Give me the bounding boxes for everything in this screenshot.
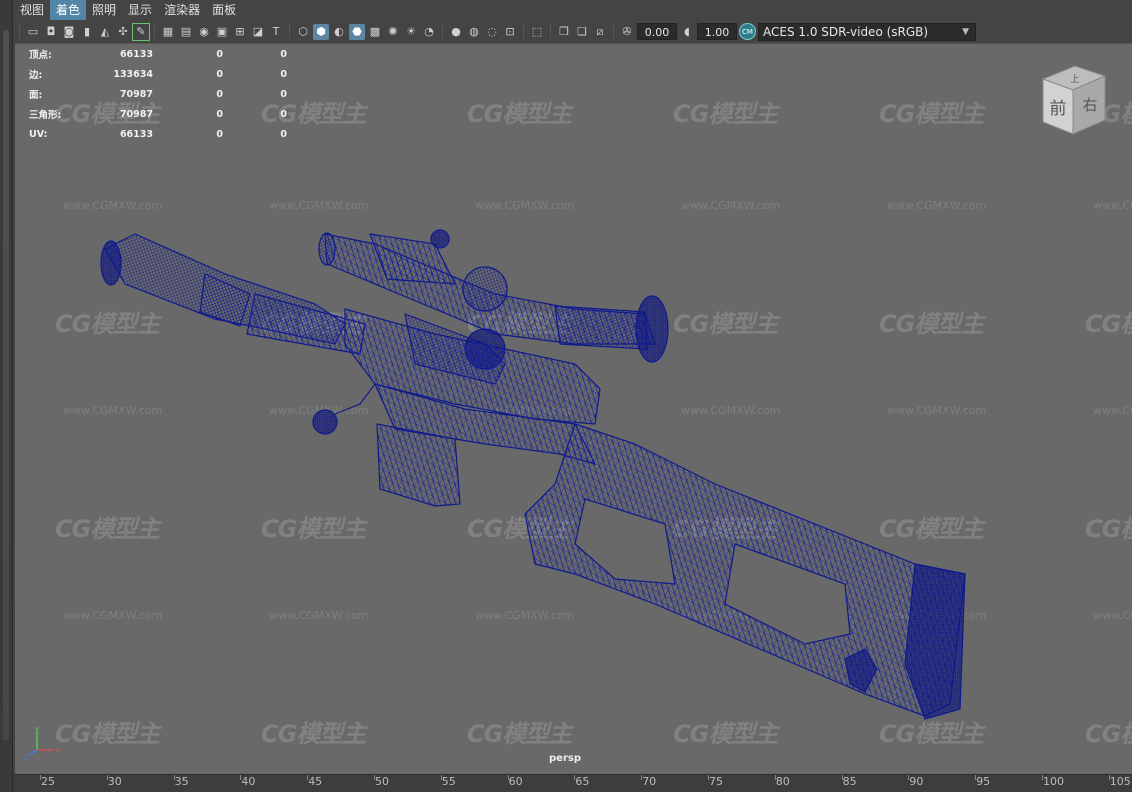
exposure-field[interactable]: 0.00 <box>637 23 677 40</box>
ruler-tick-label: 90 <box>908 775 924 788</box>
toolbar-separator <box>289 24 290 39</box>
axis-gizmo: y x z <box>24 724 61 762</box>
time-slider-ruler[interactable]: 25 30 35 40 45 50 55 60 65 70 75 80 85 90 95 100 105 <box>13 774 1132 792</box>
toolbar-separator <box>19 24 20 39</box>
toolbar-separator <box>550 24 551 39</box>
pencil-icon[interactable]: ✎ <box>132 22 150 41</box>
viewport-toolbar: ▭ ◘ ◙ ▮ ◭ ✣ ✎ ▦ ▤ ◉ ▣ ⊞ ◪ T ⬡ ⬢ ◐ ⬣ ▩ ✺ … <box>14 20 1132 43</box>
axis-y-label: y <box>35 724 40 733</box>
safe-action-icon[interactable]: ◪ <box>250 24 266 40</box>
viewcube-top-label: 上 <box>1070 74 1079 85</box>
menu-view[interactable]: 视图 <box>14 0 50 20</box>
colorspace-value: ACES 1.0 SDR-video (sRGB) <box>763 24 929 39</box>
bookmark-icon[interactable]: ▮ <box>79 24 95 40</box>
camera-icon[interactable]: ▭ <box>25 24 41 40</box>
toolbar-separator <box>523 24 524 39</box>
toolbar-separator <box>154 24 155 39</box>
wireframe-on-shaded-icon[interactable]: ⬣ <box>349 23 365 40</box>
image-plane-icon[interactable]: ◭ <box>97 24 113 40</box>
menu-panels[interactable]: 面板 <box>206 0 242 20</box>
viewport-menubar: 视图 着色 照明 显示 渲染器 面板 <box>14 0 1132 20</box>
color-management-icon[interactable]: CM <box>739 23 756 40</box>
smooth-shade-icon[interactable]: ⬢ <box>313 23 329 40</box>
use-lights-icon[interactable]: ☀ <box>403 24 419 40</box>
menu-show[interactable]: 显示 <box>122 0 158 20</box>
gamma-field[interactable]: 1.00 <box>697 23 737 40</box>
ruler-tick-label: 65 <box>574 775 590 788</box>
viewcube-front-label: 前 <box>1050 99 1067 119</box>
camera-attr-icon[interactable]: ◙ <box>61 24 77 40</box>
gate-mask-icon[interactable]: ▣ <box>214 24 230 40</box>
textured-icon[interactable]: ✺ <box>385 24 401 40</box>
view-cube[interactable]: 前 右 上 <box>1035 64 1125 144</box>
ruler-tick-label: 85 <box>841 775 857 788</box>
3d-viewport[interactable]: CG模型主CG模型主CG模型主CG模型主CG模型主CG模型主CG模型主CG模型主… <box>15 43 1132 774</box>
ruler-tick-label: 40 <box>240 775 256 788</box>
resolution-gate-icon[interactable]: ◉ <box>196 24 212 40</box>
screen-space-ao-icon[interactable]: ● <box>448 24 464 40</box>
camera-lock-icon[interactable]: ◘ <box>43 24 59 40</box>
ruler-tick-label: 80 <box>774 775 790 788</box>
default-material-icon[interactable]: ◐ <box>331 24 347 40</box>
motion-blur-icon[interactable]: ◍ <box>466 24 482 40</box>
ruler-tick-label: 105 <box>1108 775 1131 788</box>
xray-joints-icon[interactable]: ❐ <box>556 24 572 40</box>
ruler-tick-label: 25 <box>40 775 55 788</box>
toolbar-separator <box>613 24 614 39</box>
panel-grip[interactable] <box>3 30 9 740</box>
xray-active-icon[interactable]: ❏ <box>574 24 590 40</box>
field-chart-icon[interactable]: ⊞ <box>232 24 248 40</box>
chevron-down-icon: ▼ <box>962 26 969 37</box>
xray-icon[interactable]: ▩ <box>367 24 383 40</box>
ruler-tick-label: 45 <box>307 775 323 788</box>
wireframe-icon[interactable]: ⬡ <box>295 24 311 40</box>
viewcube-right-label: 右 <box>1082 96 1097 114</box>
left-panel-strip <box>0 0 13 792</box>
safe-title-icon[interactable]: T <box>268 24 284 40</box>
isolate-select-icon[interactable]: ⬚ <box>529 24 545 40</box>
menu-lighting[interactable]: 照明 <box>86 0 122 20</box>
gamma-icon[interactable]: ◖ <box>679 24 695 40</box>
axis-x-label: x <box>56 746 61 755</box>
menu-renderer[interactable]: 渲染器 <box>158 0 206 20</box>
ruler-tick-label: 100 <box>1042 775 1064 788</box>
axis-z-label: z <box>24 753 28 762</box>
ruler-tick-label: 95 <box>975 775 991 788</box>
exposure-icon[interactable]: ✇ <box>619 24 635 40</box>
grid-icon[interactable]: ▦ <box>160 24 176 40</box>
pivot-icon[interactable]: ✣ <box>115 24 131 40</box>
ruler-tick-label: 60 <box>507 775 523 788</box>
ruler-tick-label: 75 <box>708 775 723 788</box>
depth-of-field-icon[interactable]: ⊡ <box>502 24 518 40</box>
ruler-tick-label: 30 <box>106 775 122 788</box>
ruler-tick-label: 50 <box>374 775 389 788</box>
ruler-tick-label: 55 <box>440 775 456 788</box>
film-gate-icon[interactable]: ▤ <box>178 24 194 40</box>
multisample-aa-icon[interactable]: ◌ <box>484 24 500 40</box>
ruler-tick-label: 70 <box>641 775 657 788</box>
toolbar-separator <box>442 24 443 39</box>
menu-shading[interactable]: 着色 <box>50 0 87 20</box>
camera-name-label: persp <box>549 753 581 764</box>
shadows-icon[interactable]: ◔ <box>421 24 437 40</box>
backface-icon[interactable]: ⧄ <box>592 24 608 40</box>
colorspace-dropdown[interactable]: ACES 1.0 SDR-video (sRGB) ▼ <box>758 22 976 41</box>
ruler-tick-label: 35 <box>173 775 189 788</box>
rifle-wireframe-model[interactable] <box>15 44 1132 774</box>
